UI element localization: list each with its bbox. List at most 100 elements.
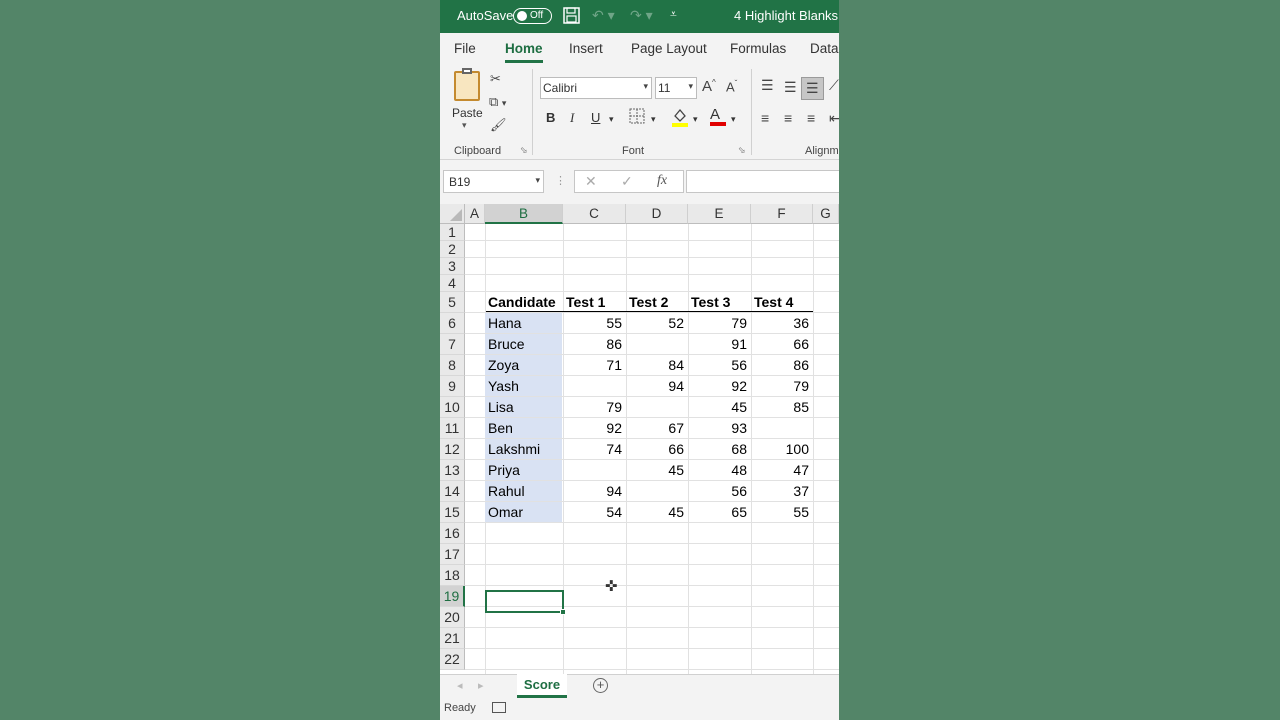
insert-function-icon[interactable]: fx	[657, 173, 667, 189]
underline-dropdown-icon[interactable]: ▾	[609, 114, 614, 125]
next-sheet-icon[interactable]: ▸	[478, 679, 484, 692]
score-cell[interactable]: 45	[626, 460, 687, 480]
tab-insert[interactable]: Insert	[569, 41, 603, 56]
align-top-icon[interactable]: ☰	[761, 77, 774, 94]
select-all-corner[interactable]	[440, 204, 465, 224]
score-cell[interactable]: 55	[563, 313, 625, 333]
fill-handle[interactable]	[560, 609, 566, 615]
align-left-icon[interactable]: ≡	[761, 110, 769, 126]
score-cell[interactable]: 92	[688, 376, 750, 396]
row-header-19[interactable]: 19	[440, 586, 465, 607]
underline-button[interactable]: U	[591, 110, 600, 125]
score-cell[interactable]: 79	[751, 376, 812, 396]
font-launcher-icon[interactable]: ⬂	[738, 145, 746, 156]
format-painter-icon[interactable]: 🖌	[490, 117, 507, 133]
score-cell[interactable]: 54	[563, 502, 625, 522]
score-cell[interactable]	[563, 376, 625, 396]
candidate-name-cell[interactable]: Yash	[485, 376, 562, 396]
score-cell[interactable]: 55	[751, 502, 812, 522]
score-cell[interactable]: 84	[626, 355, 687, 375]
score-cell[interactable]: 85	[751, 397, 812, 417]
column-header-a[interactable]: A	[465, 204, 485, 224]
row-header-7[interactable]: 7	[440, 334, 465, 355]
shrink-font-icon[interactable]: Aˇ	[726, 79, 737, 94]
formula-input[interactable]	[686, 170, 839, 193]
font-color-dropdown-icon[interactable]: ▾	[731, 114, 736, 125]
score-cell[interactable]: 45	[626, 502, 687, 522]
score-cell[interactable]	[751, 418, 812, 438]
copy-icon[interactable]: ⧉ ▾	[489, 94, 506, 110]
score-cell[interactable]: 92	[563, 418, 625, 438]
cut-icon[interactable]: ✂	[490, 71, 501, 87]
bold-button[interactable]: B	[546, 110, 555, 125]
candidate-name-cell[interactable]: Zoya	[485, 355, 562, 375]
row-header-8[interactable]: 8	[440, 355, 465, 376]
redo-icon[interactable]: ↷ ▾	[630, 7, 653, 24]
cancel-icon[interactable]: ✕	[585, 173, 597, 190]
candidate-name-cell[interactable]: Rahul	[485, 481, 562, 501]
name-box[interactable]: B19 ▾	[443, 170, 544, 193]
table-header-cell[interactable]: Candidate	[485, 292, 562, 312]
italic-button[interactable]: I	[570, 110, 574, 126]
tab-data[interactable]: Data	[810, 41, 839, 56]
undo-icon[interactable]: ↶ ▾	[592, 7, 615, 24]
resize-handle-icon[interactable]: ⋮	[555, 174, 566, 187]
paste-icon[interactable]	[454, 68, 480, 101]
score-cell[interactable]: 100	[751, 439, 812, 459]
align-right-icon[interactable]: ≡	[807, 110, 815, 126]
row-header-14[interactable]: 14	[440, 481, 465, 502]
fill-color-icon[interactable]	[671, 107, 689, 130]
selected-cell-b19[interactable]	[485, 590, 566, 615]
font-name-dropdown[interactable]: Calibri ▾	[540, 77, 652, 99]
paste-label[interactable]: Paste	[452, 106, 483, 120]
score-cell[interactable]: 86	[563, 334, 625, 354]
score-cell[interactable]	[626, 334, 687, 354]
score-cell[interactable]: 79	[563, 397, 625, 417]
row-header-22[interactable]: 22	[440, 649, 465, 670]
score-cell[interactable]	[563, 460, 625, 480]
column-header-c[interactable]: C	[563, 204, 626, 224]
score-cell[interactable]: 37	[751, 481, 812, 501]
candidate-name-cell[interactable]: Ben	[485, 418, 562, 438]
score-cell[interactable]: 36	[751, 313, 812, 333]
row-header-5[interactable]: 5	[440, 292, 465, 313]
prev-sheet-icon[interactable]: ◂	[457, 679, 463, 692]
candidate-name-cell[interactable]: Omar	[485, 502, 562, 522]
score-cell[interactable]: 45	[688, 397, 750, 417]
row-header-11[interactable]: 11	[440, 418, 465, 439]
row-header-12[interactable]: 12	[440, 439, 465, 460]
candidate-name-cell[interactable]: Hana	[485, 313, 562, 333]
score-cell[interactable]	[626, 397, 687, 417]
row-header-10[interactable]: 10	[440, 397, 465, 418]
score-cell[interactable]: 74	[563, 439, 625, 459]
sheet-tab-score[interactable]: Score	[517, 674, 567, 698]
score-cell[interactable]: 56	[688, 481, 750, 501]
column-header-e[interactable]: E	[688, 204, 751, 224]
score-cell[interactable]: 93	[688, 418, 750, 438]
font-size-dropdown[interactable]: 11 ▾	[655, 77, 697, 99]
save-icon[interactable]	[563, 7, 580, 27]
table-header-cell[interactable]: Test 2	[626, 292, 687, 312]
row-header-17[interactable]: 17	[440, 544, 465, 565]
add-sheet-icon[interactable]: +	[593, 678, 608, 693]
orientation-icon[interactable]: ⟋	[829, 77, 839, 94]
score-cell[interactable]: 94	[563, 481, 625, 501]
score-cell[interactable]: 66	[751, 334, 812, 354]
customize-toolbar-icon[interactable]: ⩡	[670, 7, 677, 22]
row-header-9[interactable]: 9	[440, 376, 465, 397]
score-cell[interactable]: 91	[688, 334, 750, 354]
row-header-13[interactable]: 13	[440, 460, 465, 481]
score-cell[interactable]: 65	[688, 502, 750, 522]
column-header-f[interactable]: F	[751, 204, 813, 224]
borders-icon[interactable]	[629, 108, 645, 127]
decrease-indent-icon[interactable]: ⇤	[829, 110, 839, 127]
font-color-icon[interactable]: A	[710, 107, 726, 126]
enter-icon[interactable]: ✓	[621, 173, 633, 190]
candidate-name-cell[interactable]: Lakshmi	[485, 439, 562, 459]
score-cell[interactable]	[626, 481, 687, 501]
column-header-b[interactable]: B	[485, 204, 563, 224]
row-header-1[interactable]: 1	[440, 224, 465, 241]
tab-home[interactable]: Home	[505, 41, 543, 56]
align-center-icon[interactable]: ≡	[784, 110, 792, 126]
column-header-g[interactable]: G	[813, 204, 839, 224]
